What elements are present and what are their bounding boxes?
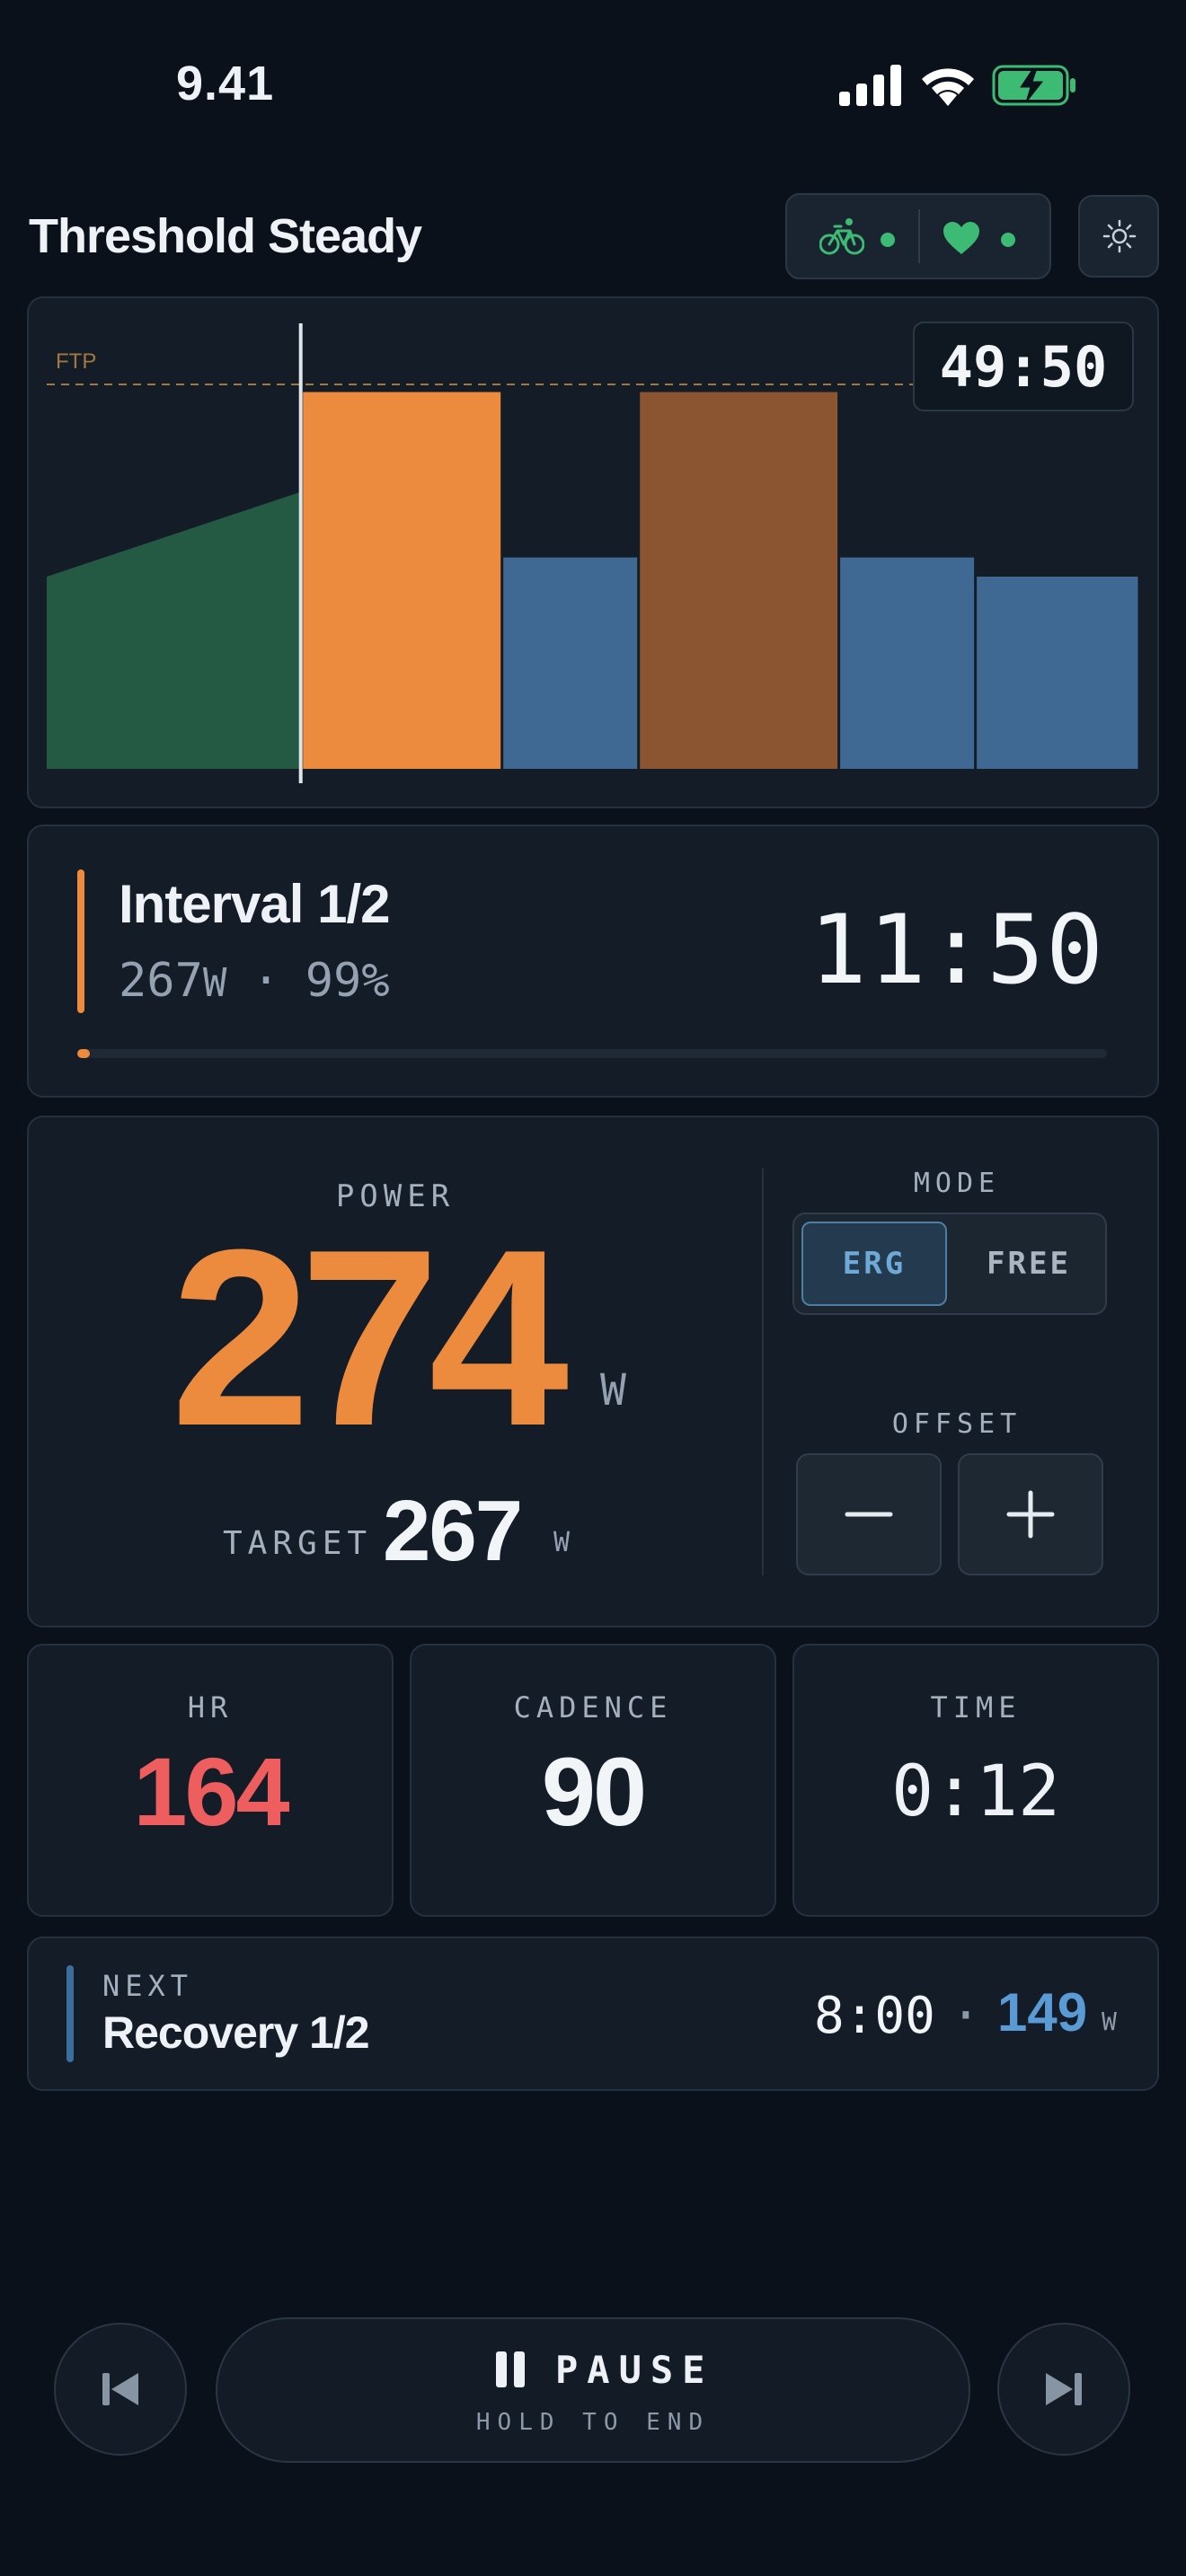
hr-sensor-dot <box>1001 233 1015 247</box>
chart-segment <box>503 557 638 769</box>
offset-increase-button[interactable] <box>958 1453 1103 1575</box>
hr-metric-card: HR 164 <box>27 1644 394 1917</box>
interval-target: 267W · 99% <box>119 954 390 1008</box>
target-label: TARGET <box>223 1525 373 1562</box>
skip-forward-icon <box>1046 2373 1082 2405</box>
next-interval-button[interactable] <box>997 2323 1130 2456</box>
bike-icon <box>819 218 864 255</box>
power-divider <box>762 1168 764 1575</box>
target-unit: W <box>553 1527 571 1558</box>
metric-label: CADENCE <box>513 1690 673 1725</box>
chart-segment <box>977 577 1138 769</box>
brightness-button[interactable] <box>1078 195 1159 278</box>
interval-progress-fill <box>77 1049 90 1058</box>
bike-sensor-dot <box>881 233 895 247</box>
next-separator: · <box>951 1987 981 2045</box>
pause-icon <box>496 2351 525 2387</box>
mode-erg-button[interactable]: ERG <box>801 1222 947 1306</box>
next-power-unit: W <box>1102 2007 1117 2036</box>
offset-decrease-button[interactable] <box>796 1453 942 1575</box>
previous-interval-button[interactable] <box>54 2323 187 2456</box>
next-interval-name: Recovery 1/2 <box>102 2007 370 2058</box>
mode-label: MODE <box>913 1168 1001 1199</box>
ftp-label: FTP <box>56 349 96 374</box>
hr-value: 164 <box>133 1737 289 1846</box>
pause-hint: HOLD TO END <box>475 2409 711 2436</box>
status-time: 9.41 <box>176 57 275 110</box>
next-power: 149 <box>997 1982 1088 2042</box>
next-accent-bar <box>66 1965 74 2062</box>
wifi-icon <box>922 68 974 106</box>
page-title: Threshold Steady <box>29 209 422 263</box>
interval-power-unit: W <box>202 960 227 1006</box>
next-duration: 8:00 <box>814 1987 935 2045</box>
interval-accent-bar <box>77 869 84 1013</box>
time-value: 0:12 <box>891 1751 1060 1832</box>
metric-label: TIME <box>930 1690 1022 1725</box>
pill-divider <box>918 209 920 263</box>
cellular-signal-icon <box>839 65 901 106</box>
interval-separator: · <box>252 954 280 1008</box>
metric-label: HR <box>187 1690 234 1725</box>
interval-progress-bar <box>77 1049 1107 1058</box>
skip-back-icon <box>102 2373 138 2405</box>
time-metric-card: TIME 0:12 <box>792 1644 1159 1917</box>
plus-icon <box>1006 1490 1055 1539</box>
interval-power: 267 <box>119 954 203 1008</box>
heart-icon <box>943 222 979 254</box>
minus-icon <box>845 1512 893 1517</box>
pause-button[interactable]: PAUSE HOLD TO END <box>216 2317 970 2463</box>
cadence-value: 90 <box>541 1737 647 1846</box>
target-value: 267 <box>383 1483 523 1579</box>
power-value: 274 <box>171 1198 569 1478</box>
chart-segment <box>303 392 501 769</box>
power-unit: W <box>600 1365 626 1416</box>
battery-charging-icon <box>992 65 1075 106</box>
chart-segment <box>840 557 975 769</box>
chart-segment <box>640 392 838 769</box>
offset-label: OFFSET <box>891 1408 1022 1440</box>
cadence-metric-card: CADENCE 90 <box>410 1644 776 1917</box>
elapsed-time: 49:50 <box>913 322 1134 411</box>
next-label: NEXT <box>102 1969 194 2003</box>
interval-remaining-time: 11:50 <box>809 895 1105 1005</box>
mode-free-button[interactable]: FREE <box>956 1222 1102 1306</box>
mode-toggle: ERG FREE <box>792 1213 1107 1315</box>
interval-percent: 99% <box>305 954 390 1008</box>
interval-title: Interval 1/2 <box>119 874 391 934</box>
brightness-icon <box>1102 219 1137 253</box>
sensor-status-pill[interactable] <box>785 193 1051 279</box>
pause-label: PAUSE <box>555 2348 714 2392</box>
chart-segment <box>47 491 301 769</box>
